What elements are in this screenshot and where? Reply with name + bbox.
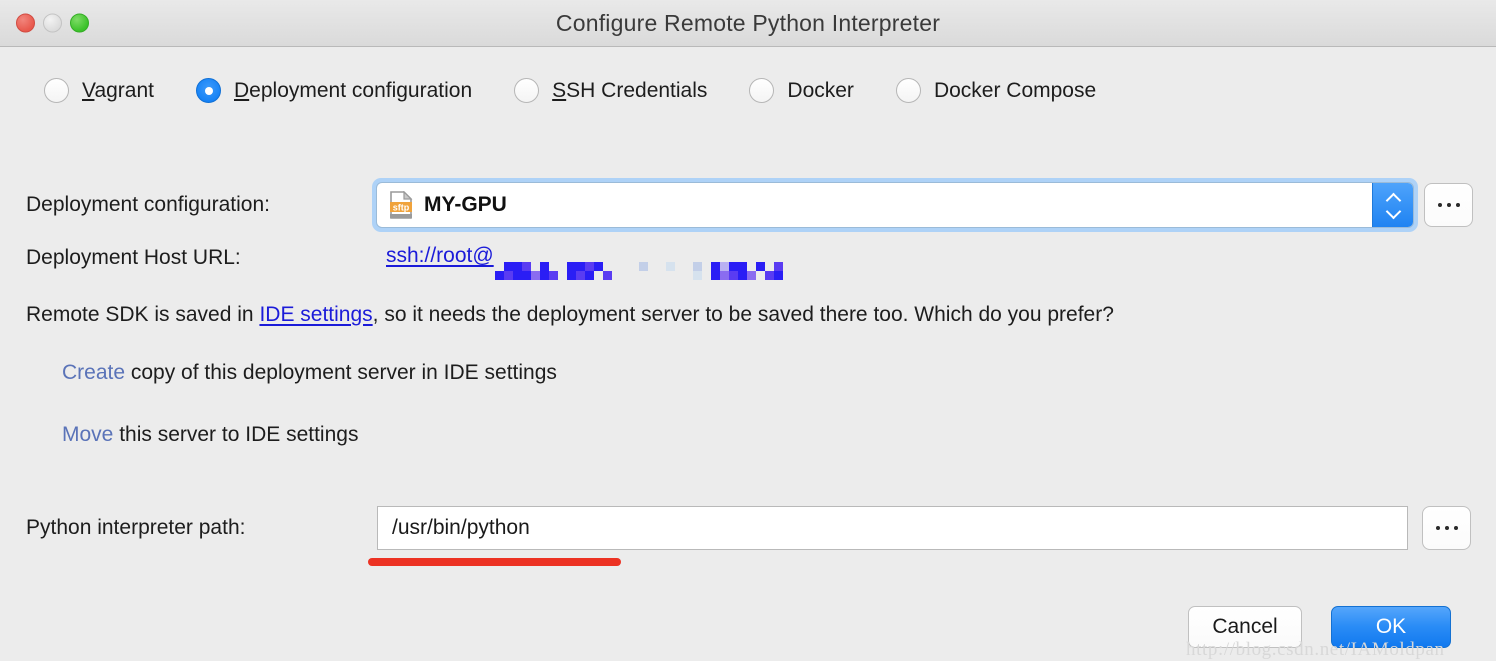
deployment-configuration-combobox[interactable]: sftp MY-GPU <box>372 178 1418 232</box>
label-rest: eployment configuration <box>249 78 473 102</box>
radio-mark-icon <box>749 78 775 103</box>
ellipsis-dot <box>1446 203 1451 207</box>
watermark-text: http://blog.csdn.net/IAMoldpan <box>1186 639 1445 660</box>
ellipsis-dot <box>1437 203 1442 207</box>
radio-label-deployment-configuration: Deployment configuration <box>234 79 472 103</box>
notice-suffix: , so it needs the deployment server to b… <box>372 303 1114 326</box>
radio-mark-icon <box>895 78 921 103</box>
radio-option-docker[interactable]: Docker <box>749 78 854 103</box>
radio-label-ssh-credentials: SSH Credentials <box>552 79 707 103</box>
radio-option-vagrant[interactable]: Vagrant <box>44 78 154 103</box>
radio-mark-icon <box>514 78 540 103</box>
combobox-stepper[interactable] <box>1372 183 1413 227</box>
create-copy-option[interactable]: Create copy of this deployment server in… <box>62 361 557 385</box>
ellipsis-dot <box>1435 526 1440 530</box>
radio-mark-icon <box>196 78 221 103</box>
chevron-down-icon <box>1386 207 1401 216</box>
minimize-button[interactable] <box>43 13 62 33</box>
mnemonic-letter: D <box>234 78 250 102</box>
move-link[interactable]: Move <box>62 423 113 446</box>
traffic-lights <box>16 13 89 33</box>
deployment-browse-button[interactable] <box>1424 183 1473 227</box>
deployment-host-url-value[interactable]: ssh://root@ <box>386 244 783 280</box>
ide-settings-link[interactable]: IDE settings <box>259 303 372 326</box>
interpreter-type-radio-group: Vagrant Deployment configuration SSH Cre… <box>44 78 1096 103</box>
interpreter-path-browse-button[interactable] <box>1422 506 1471 550</box>
ide-settings-notice: Remote SDK is saved in IDE settings, so … <box>26 303 1114 327</box>
mnemonic-letter: V <box>82 78 95 102</box>
label-rest: SH Credentials <box>566 78 708 102</box>
maximize-button[interactable] <box>70 13 89 33</box>
deployment-configuration-label: Deployment configuration: <box>26 193 270 216</box>
annotation-red-underline <box>368 558 621 566</box>
redacted-host-mosaic <box>494 262 783 280</box>
radio-label-docker: Docker <box>787 78 854 102</box>
python-interpreter-path-value: /usr/bin/python <box>392 516 530 539</box>
ellipsis-dot <box>1453 526 1458 530</box>
ellipsis-dot <box>1444 526 1449 530</box>
move-option-text: this server to IDE settings <box>113 423 359 446</box>
dialog-body: Vagrant Deployment configuration SSH Cre… <box>0 47 1496 660</box>
window-title: Configure Remote Python Interpreter <box>555 9 941 36</box>
radio-option-deployment-configuration[interactable]: Deployment configuration <box>196 78 472 103</box>
label-rest: agrant <box>94 78 154 102</box>
move-server-option[interactable]: Move this server to IDE settings <box>62 423 358 447</box>
chevron-up-icon <box>1386 194 1401 203</box>
create-link[interactable]: Create <box>62 361 125 384</box>
create-option-text: copy of this deployment server in IDE se… <box>125 361 557 384</box>
mnemonic-letter: S <box>552 78 567 102</box>
ellipsis-dot <box>1455 203 1460 207</box>
svg-text:sftp: sftp <box>393 203 410 213</box>
notice-prefix: Remote SDK is saved in <box>26 303 260 326</box>
radio-label-vagrant: Vagrant <box>82 79 154 103</box>
radio-label-docker-compose: Docker Compose <box>933 78 1097 102</box>
window-titlebar: Configure Remote Python Interpreter <box>0 0 1496 47</box>
python-interpreter-path-label: Python interpreter path: <box>26 516 246 539</box>
deployment-configuration-value: MY-GPU <box>424 193 507 216</box>
radio-option-docker-compose[interactable]: Docker Compose <box>895 78 1097 103</box>
combobox-inner[interactable]: sftp MY-GPU <box>376 182 1414 228</box>
python-interpreter-path-input[interactable]: /usr/bin/python <box>377 506 1408 550</box>
close-button[interactable] <box>16 13 35 33</box>
radio-mark-icon <box>44 78 69 103</box>
sftp-file-icon: sftp <box>389 190 413 219</box>
radio-option-ssh-credentials[interactable]: SSH Credentials <box>514 78 707 103</box>
deployment-host-url-label: Deployment Host URL: <box>26 246 241 269</box>
host-url-link[interactable]: ssh://root@ <box>386 244 494 268</box>
